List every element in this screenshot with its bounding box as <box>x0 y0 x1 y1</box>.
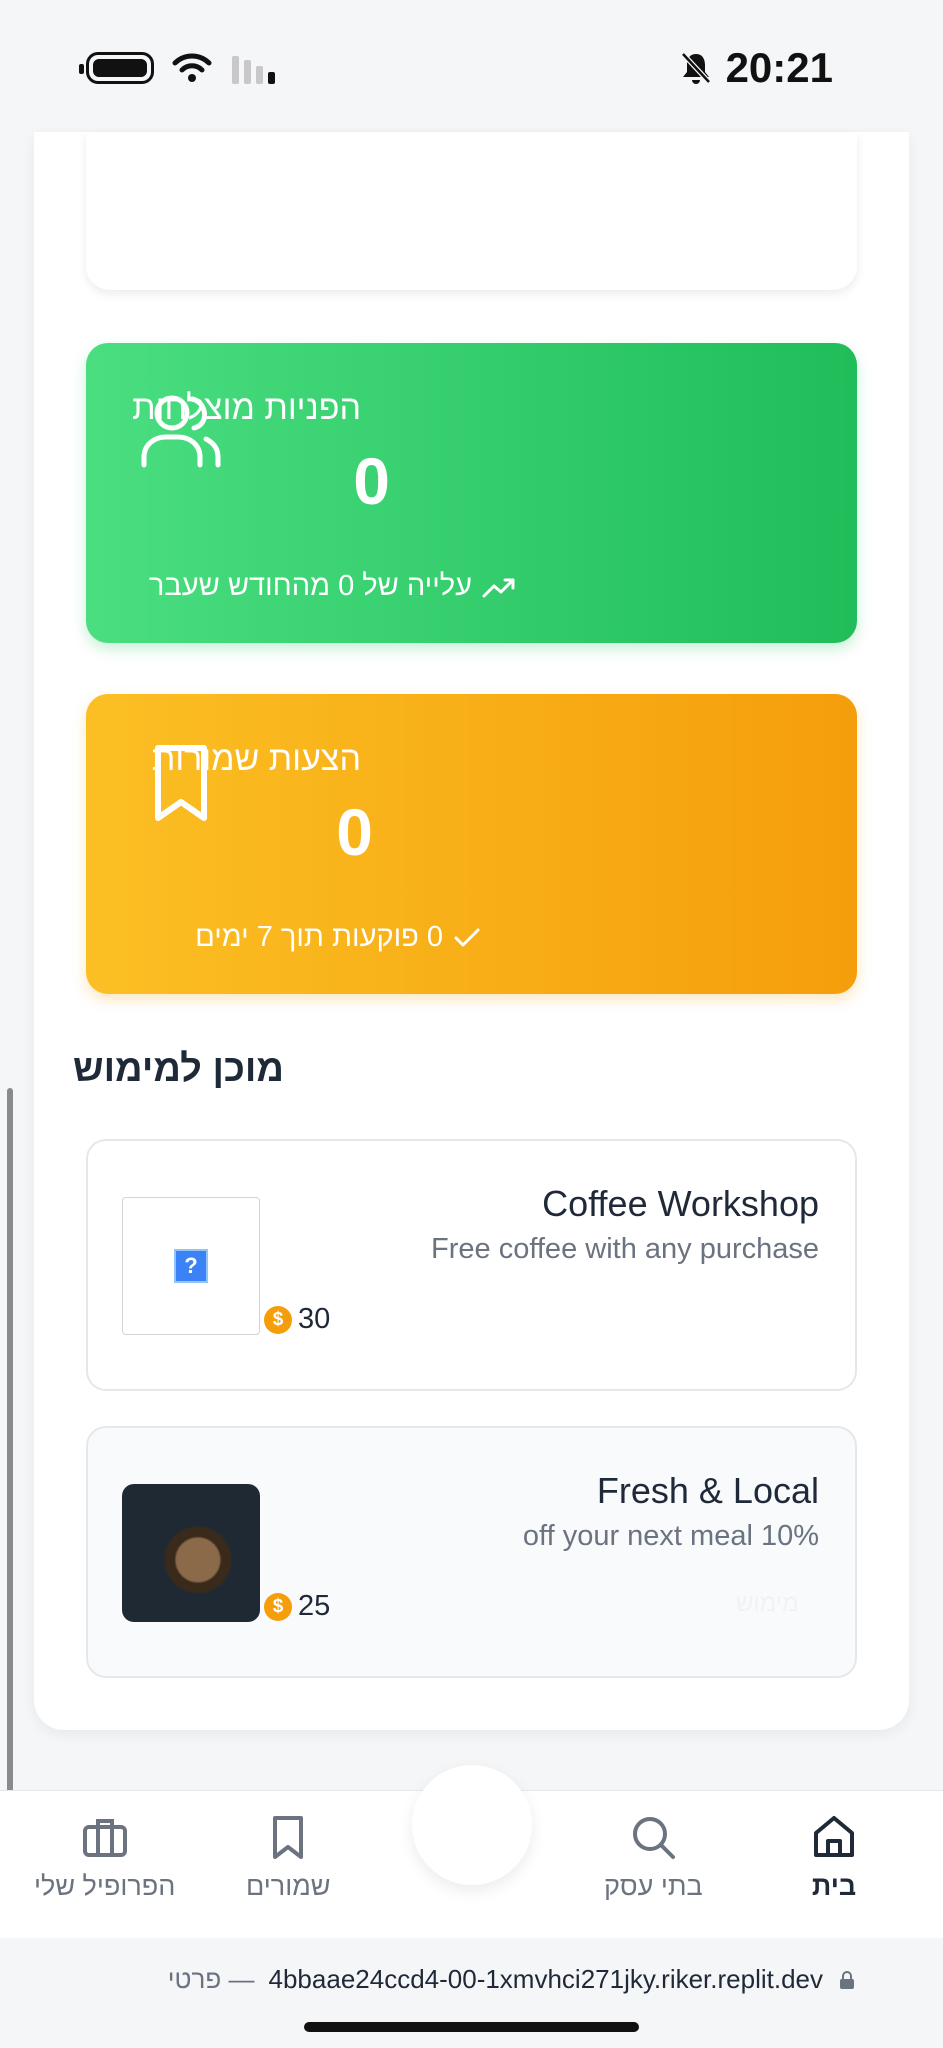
nav-home[interactable]: בית <box>810 1813 858 1902</box>
signal-icon <box>232 56 275 84</box>
offer-name: Coffee Workshop <box>542 1183 819 1224</box>
address: פרטי — 4bbaae24ccd4-00-1xmvhci271jky.rik… <box>168 1964 823 1995</box>
referrals-card[interactable]: הפניות מוצלחות 0 עלייה של 0 מהחודש שעבר <box>86 343 857 643</box>
battery-icon <box>79 52 154 84</box>
browser-address-bar[interactable]: פרטי — 4bbaae24ccd4-00-1xmvhci271jky.rik… <box>0 1938 943 2048</box>
nav-label: בית <box>811 1871 857 1901</box>
status-right: 20:21 <box>680 44 833 92</box>
previous-card <box>86 132 857 290</box>
home-icon <box>814 1816 854 1857</box>
offer-points: $ 25 <box>264 1590 330 1623</box>
stat-footnote-text: 0 פוקעות תוך 7 ימים <box>195 921 443 953</box>
wifi-icon <box>172 53 212 82</box>
offer-points: $ 30 <box>264 1303 330 1336</box>
clock: 20:21 <box>725 44 833 91</box>
stat-footnote: עלייה של 0 מהחודש שעבר <box>149 570 516 603</box>
stat-footnote: 0 פוקעות תוך 7 ימים <box>195 921 481 954</box>
url-text: 4bbaae24ccd4-00-1xmvhci271jky.riker.repl… <box>268 1964 823 1994</box>
offer-card[interactable]: Coffee Workshop Free coffee with any pur… <box>86 1139 857 1391</box>
stat-value: 0 <box>353 444 390 518</box>
check-icon <box>454 928 480 946</box>
lock-icon <box>840 1971 854 1989</box>
private-label: פרטי — <box>167 1964 255 1994</box>
nav-saved[interactable]: שמורים <box>246 1813 330 1902</box>
coin-icon: $ <box>264 1305 292 1334</box>
trending-up-icon <box>482 578 515 597</box>
stat-footnote-text: עלייה של 0 מהחודש שעבר <box>148 570 472 602</box>
users-icon <box>141 395 221 468</box>
status-icons <box>79 52 278 84</box>
nav-label: הפרופיל שלי <box>34 1871 176 1901</box>
offer-image <box>122 1484 260 1622</box>
saved-offers-card[interactable]: הצעות שמורות 0 0 פוקעות תוך 7 ימים <box>86 694 857 994</box>
bell-muted-icon <box>680 52 711 84</box>
nav-label: בתי עסק <box>604 1871 703 1901</box>
section-title-ready: מוכן למימוש <box>72 1048 284 1090</box>
nav-businesses[interactable]: בתי עסק <box>604 1813 703 1902</box>
stat-value: 0 <box>336 795 373 869</box>
coin-icon: $ <box>264 1592 292 1621</box>
status-bar: 20:21 <box>0 0 943 132</box>
search-icon <box>633 1817 676 1859</box>
offer-description: off your next meal 10% <box>522 1520 819 1552</box>
home-indicator[interactable] <box>304 2022 639 2032</box>
points-value: 30 <box>298 1303 331 1335</box>
bookmark-icon <box>155 745 207 821</box>
redeem-button[interactable]: מימוש <box>736 1590 798 1618</box>
offer-image-placeholder: ? <box>122 1197 260 1335</box>
nav-center-button[interactable] <box>412 1765 532 1885</box>
nav-label: שמורים <box>246 1871 331 1901</box>
offer-name: Fresh & Local <box>596 1470 819 1511</box>
offer-description: Free coffee with any purchase <box>431 1233 819 1265</box>
points-value: 25 <box>298 1590 331 1622</box>
nav-profile[interactable]: הפרופיל שלי <box>34 1813 175 1902</box>
bookmark-icon <box>273 1816 304 1859</box>
briefcase-icon <box>82 1819 127 1857</box>
broken-image-icon: ? <box>174 1249 208 1283</box>
offer-card[interactable]: Fresh & Local off your next meal 10% $ 2… <box>86 1426 857 1678</box>
